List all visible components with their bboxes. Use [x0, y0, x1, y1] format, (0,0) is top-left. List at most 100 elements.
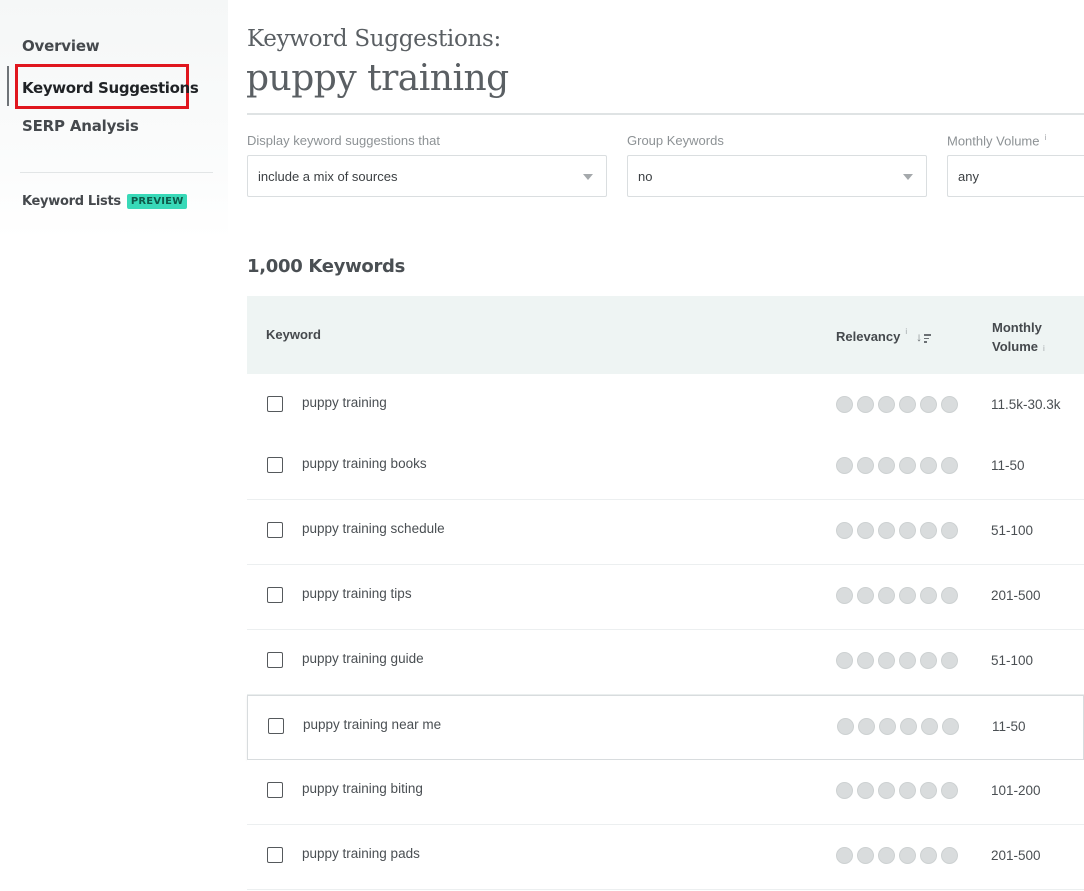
relevancy-dot-icon [941, 847, 958, 864]
relevancy-dot-icon [941, 457, 958, 474]
keyword-cell[interactable]: puppy training schedule [302, 521, 445, 536]
relevancy-dot-icon [878, 522, 895, 539]
relevancy-label: Relevancy [836, 329, 901, 344]
relevancy-dot-icon [899, 457, 916, 474]
chevron-down-icon [903, 174, 913, 180]
relevancy-dot-icon [941, 396, 958, 413]
table-row[interactable]: puppy training guide 51-100 [247, 630, 1084, 695]
row-checkbox[interactable] [267, 652, 283, 668]
table-row[interactable]: puppy training books 11-50 [247, 435, 1084, 500]
relevancy-dot-icon [836, 847, 853, 864]
keyword-count: 1,000 Keywords [247, 256, 406, 277]
table-row[interactable]: puppy training tips 201-500 [247, 565, 1084, 630]
nav-keyword-suggestions[interactable]: Keyword Suggestions [15, 64, 199, 109]
preview-badge: PREVIEW [126, 194, 188, 209]
table-row[interactable]: puppy training schedule 51-100 [247, 500, 1084, 565]
relevancy-dot-icon [941, 522, 958, 539]
nav-keyword-lists[interactable]: Keyword Lists PREVIEW [22, 194, 188, 209]
group-keywords-label: Group Keywords [627, 133, 724, 148]
active-nav-indicator [7, 66, 9, 106]
relevancy-dot-icon [879, 718, 896, 735]
volume-cell: 51-100 [991, 653, 1034, 668]
volume-label: Volume [992, 339, 1038, 354]
relevancy-dot-icon [857, 457, 874, 474]
monthly-volume-label: Monthly Volume i [947, 133, 1046, 148]
relevancy-dot-icon [920, 652, 937, 669]
info-icon[interactable]: i [905, 327, 907, 336]
row-checkbox[interactable] [267, 457, 283, 473]
relevancy-dot-icon [899, 522, 916, 539]
keyword-cell[interactable]: puppy training [302, 395, 387, 410]
nav-overview[interactable]: Overview [22, 37, 100, 55]
relevancy-dot-icon [899, 847, 916, 864]
page-subtitle: Keyword Suggestions: [247, 26, 501, 52]
relevancy-dots [836, 396, 958, 413]
relevancy-dot-icon [941, 587, 958, 604]
relevancy-dot-icon [878, 396, 895, 413]
relevancy-dot-icon [836, 396, 853, 413]
relevancy-dots [836, 587, 958, 604]
row-checkbox[interactable] [267, 587, 283, 603]
relevancy-dot-icon [858, 718, 875, 735]
relevancy-dot-icon [941, 782, 958, 799]
relevancy-dot-icon [857, 396, 874, 413]
relevancy-dot-icon [920, 847, 937, 864]
table-row[interactable]: puppy training 11.5k-30.3k [247, 374, 1084, 439]
info-icon[interactable]: i [1045, 133, 1047, 142]
volume-label-line: Volume i [992, 337, 1045, 358]
column-header-relevancy[interactable]: Relevancy i ↓ [836, 327, 932, 344]
volume-cell: 51-100 [991, 523, 1034, 538]
keyword-cell[interactable]: puppy training pads [302, 846, 420, 861]
row-checkbox[interactable] [267, 847, 283, 863]
relevancy-dot-icon [857, 782, 874, 799]
column-header-keyword[interactable]: Keyword [266, 327, 321, 342]
relevancy-dot-icon [878, 457, 895, 474]
keyword-cell[interactable]: puppy training books [302, 456, 427, 471]
row-checkbox[interactable] [267, 396, 283, 412]
table-row[interactable]: puppy training pads 201-500 [247, 825, 1084, 890]
row-checkbox[interactable] [267, 782, 283, 798]
volume-cell: 11-50 [991, 458, 1025, 473]
chevron-down-icon [583, 174, 593, 180]
relevancy-dot-icon [942, 718, 959, 735]
table-header: Keyword Relevancy i ↓ Monthly Volume i [247, 296, 1084, 374]
relevancy-dot-icon [941, 652, 958, 669]
display-filter-select[interactable]: include a mix of sources [247, 155, 607, 197]
volume-cell: 201-500 [991, 848, 1041, 863]
relevancy-dot-icon [920, 522, 937, 539]
column-header-monthly-volume[interactable]: Monthly Volume i [992, 318, 1045, 358]
relevancy-dot-icon [857, 587, 874, 604]
relevancy-dot-icon [857, 847, 874, 864]
relevancy-dots [836, 522, 958, 539]
relevancy-dot-icon [920, 587, 937, 604]
group-keywords-select[interactable]: no [627, 155, 927, 197]
relevancy-dot-icon [899, 396, 916, 413]
relevancy-dot-icon [857, 522, 874, 539]
relevancy-dots [836, 652, 958, 669]
monthly-volume-select[interactable]: any [947, 155, 1084, 197]
monthly-volume-label-text: Monthly Volume [947, 133, 1040, 149]
table-row[interactable]: puppy training near me 11-50 [247, 695, 1084, 760]
relevancy-dots [837, 718, 959, 735]
group-keywords-value: no [638, 169, 653, 184]
relevancy-dot-icon [920, 457, 937, 474]
row-checkbox[interactable] [267, 522, 283, 538]
sidebar-divider [20, 172, 213, 173]
relevancy-dot-icon [899, 782, 916, 799]
sidebar: Overview Keyword Suggestions SERP Analys… [0, 0, 228, 240]
sort-descending-icon[interactable]: ↓ [916, 331, 932, 343]
keyword-cell[interactable]: puppy training near me [303, 717, 441, 732]
keyword-cell[interactable]: puppy training tips [302, 586, 412, 601]
relevancy-dot-icon [921, 718, 938, 735]
relevancy-dot-icon [836, 522, 853, 539]
keyword-cell[interactable]: puppy training guide [302, 651, 424, 666]
relevancy-dot-icon [878, 652, 895, 669]
volume-cell: 101-200 [991, 783, 1041, 798]
volume-cell: 11.5k-30.3k [991, 397, 1061, 412]
row-checkbox[interactable] [268, 718, 284, 734]
table-row[interactable]: puppy training biting 101-200 [247, 760, 1084, 825]
monthly-label: Monthly [992, 320, 1042, 335]
info-icon[interactable]: i [1043, 344, 1045, 353]
nav-serp-analysis[interactable]: SERP Analysis [22, 117, 139, 135]
keyword-cell[interactable]: puppy training biting [302, 781, 423, 796]
